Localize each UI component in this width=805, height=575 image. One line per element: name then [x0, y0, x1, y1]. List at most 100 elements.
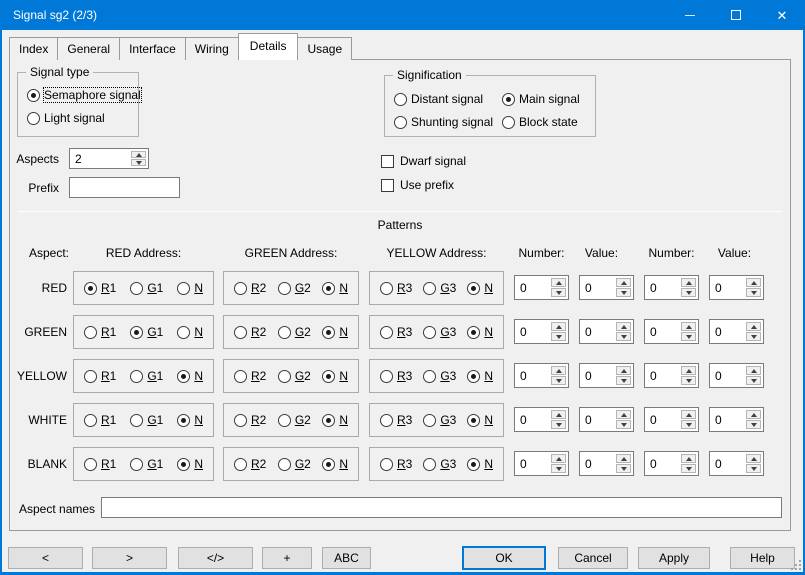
- radio-yellow-g1-g1[interactable]: G1: [130, 369, 163, 383]
- nav-prev-button[interactable]: <: [8, 547, 83, 569]
- spin-down-button[interactable]: [746, 376, 761, 385]
- spinner-white-1[interactable]: 0: [514, 407, 569, 432]
- spin-down-button[interactable]: [551, 420, 566, 429]
- spin-down-button[interactable]: [616, 420, 631, 429]
- radio-red-g2-n[interactable]: N: [322, 281, 348, 295]
- tab-interface[interactable]: Interface: [119, 37, 186, 60]
- resize-grip[interactable]: [791, 560, 801, 570]
- apply-button[interactable]: Apply: [638, 547, 710, 569]
- spinner-white-3[interactable]: 0: [644, 407, 699, 432]
- checkbox-use-prefix[interactable]: Use prefix: [381, 178, 466, 192]
- spinner-white-2[interactable]: 0: [579, 407, 634, 432]
- radio-red-g2-g2[interactable]: G2: [278, 281, 311, 295]
- spinner-yellow-1[interactable]: 0: [514, 363, 569, 388]
- radio-white-g3-n[interactable]: N: [467, 413, 493, 427]
- radio-white-g2-n[interactable]: N: [322, 413, 348, 427]
- radio-yellow-g2-n[interactable]: N: [322, 369, 348, 383]
- radio-blank-g1-r1[interactable]: R1: [84, 457, 116, 471]
- prefix-field[interactable]: [69, 177, 180, 198]
- radio-blank-g3-g3[interactable]: G3: [423, 457, 456, 471]
- spinner-blank-3[interactable]: 0: [644, 451, 699, 476]
- spin-up-button[interactable]: [551, 278, 566, 287]
- radio-signal-type-light-signal[interactable]: Light signal: [27, 111, 141, 125]
- spinner-blank-4[interactable]: 0: [709, 451, 764, 476]
- radio-signal-type-semaphore-signal[interactable]: Semaphore signal: [27, 88, 141, 102]
- spin-down-button[interactable]: [551, 332, 566, 341]
- spin-up-button[interactable]: [681, 322, 696, 331]
- radio-red-g1-g1[interactable]: G1: [130, 281, 163, 295]
- radio-white-g1-r1[interactable]: R1: [84, 413, 116, 427]
- radio-yellow-g3-g3[interactable]: G3: [423, 369, 456, 383]
- spin-up-button[interactable]: [746, 278, 761, 287]
- radio-green-g3-n[interactable]: N: [467, 325, 493, 339]
- tab-index[interactable]: Index: [9, 37, 58, 60]
- spin-down-button[interactable]: [681, 332, 696, 341]
- spinner-blank-1[interactable]: 0: [514, 451, 569, 476]
- spin-down-button[interactable]: [681, 420, 696, 429]
- spinner-red-4[interactable]: 0: [709, 275, 764, 300]
- nav-next-button[interactable]: >: [92, 547, 167, 569]
- spin-up-button[interactable]: [681, 278, 696, 287]
- radio-green-g1-g1[interactable]: G1: [130, 325, 163, 339]
- spin-down-button[interactable]: [551, 376, 566, 385]
- spin-down-button[interactable]: [746, 464, 761, 473]
- help-button[interactable]: Help: [730, 547, 795, 569]
- radio-green-g3-r3[interactable]: R3: [380, 325, 412, 339]
- spinner-red-2[interactable]: 0: [579, 275, 634, 300]
- radio-green-g1-r1[interactable]: R1: [84, 325, 116, 339]
- radio-blank-g1-n[interactable]: N: [177, 457, 203, 471]
- nav-code-button[interactable]: </>: [178, 547, 253, 569]
- spin-up-button[interactable]: [681, 454, 696, 463]
- spinner-green-1[interactable]: 0: [514, 319, 569, 344]
- spin-down-button[interactable]: [551, 464, 566, 473]
- spinner-white-4[interactable]: 0: [709, 407, 764, 432]
- spinner-yellow-2[interactable]: 0: [579, 363, 634, 388]
- radio-blank-g2-n[interactable]: N: [322, 457, 348, 471]
- radio-red-g1-n[interactable]: N: [177, 281, 203, 295]
- radio-white-g1-g1[interactable]: G1: [130, 413, 163, 427]
- spinner-red-3[interactable]: 0: [644, 275, 699, 300]
- spin-down-button[interactable]: [746, 420, 761, 429]
- spin-up-button[interactable]: [616, 454, 631, 463]
- spin-down-button[interactable]: [681, 376, 696, 385]
- spin-up-button[interactable]: [746, 366, 761, 375]
- spin-up-button[interactable]: [746, 322, 761, 331]
- tab-usage[interactable]: Usage: [297, 37, 352, 60]
- radio-green-g2-n[interactable]: N: [322, 325, 348, 339]
- radio-red-g1-r1[interactable]: R1: [84, 281, 116, 295]
- aspects-stepper[interactable]: 2: [69, 148, 149, 169]
- radio-white-g2-g2[interactable]: G2: [278, 413, 311, 427]
- spin-down-button[interactable]: [616, 464, 631, 473]
- radio-yellow-g3-n[interactable]: N: [467, 369, 493, 383]
- radio-blank-g2-g2[interactable]: G2: [278, 457, 311, 471]
- spinner-green-3[interactable]: 0: [644, 319, 699, 344]
- checkbox-dwarf-signal[interactable]: Dwarf signal: [381, 154, 466, 168]
- spin-up-button[interactable]: [681, 366, 696, 375]
- spin-up-button[interactable]: [616, 322, 631, 331]
- radio-signification-shunting-signal[interactable]: Shunting signal: [394, 115, 502, 129]
- radio-blank-g3-r3[interactable]: R3: [380, 457, 412, 471]
- radio-yellow-g3-r3[interactable]: R3: [380, 369, 412, 383]
- spin-down-button[interactable]: [681, 288, 696, 297]
- spin-down-button[interactable]: [551, 288, 566, 297]
- radio-red-g3-r3[interactable]: R3: [380, 281, 412, 295]
- tab-details[interactable]: Details: [238, 33, 299, 60]
- spinner-green-2[interactable]: 0: [579, 319, 634, 344]
- radio-green-g2-g2[interactable]: G2: [278, 325, 311, 339]
- spin-up-button[interactable]: [616, 278, 631, 287]
- spin-up-button[interactable]: [551, 410, 566, 419]
- radio-yellow-g1-n[interactable]: N: [177, 369, 203, 383]
- spin-up-button[interactable]: [746, 410, 761, 419]
- spin-up-button[interactable]: [551, 454, 566, 463]
- radio-yellow-g2-g2[interactable]: G2: [278, 369, 311, 383]
- spinner-red-1[interactable]: 0: [514, 275, 569, 300]
- radio-white-g3-g3[interactable]: G3: [423, 413, 456, 427]
- spin-up-button[interactable]: [551, 322, 566, 331]
- radio-green-g3-g3[interactable]: G3: [423, 325, 456, 339]
- radio-green-g1-n[interactable]: N: [177, 325, 203, 339]
- spin-down-button[interactable]: [681, 464, 696, 473]
- tab-general[interactable]: General: [57, 37, 120, 60]
- radio-blank-g3-n[interactable]: N: [467, 457, 493, 471]
- spinner-blank-2[interactable]: 0: [579, 451, 634, 476]
- spin-up-button[interactable]: [746, 454, 761, 463]
